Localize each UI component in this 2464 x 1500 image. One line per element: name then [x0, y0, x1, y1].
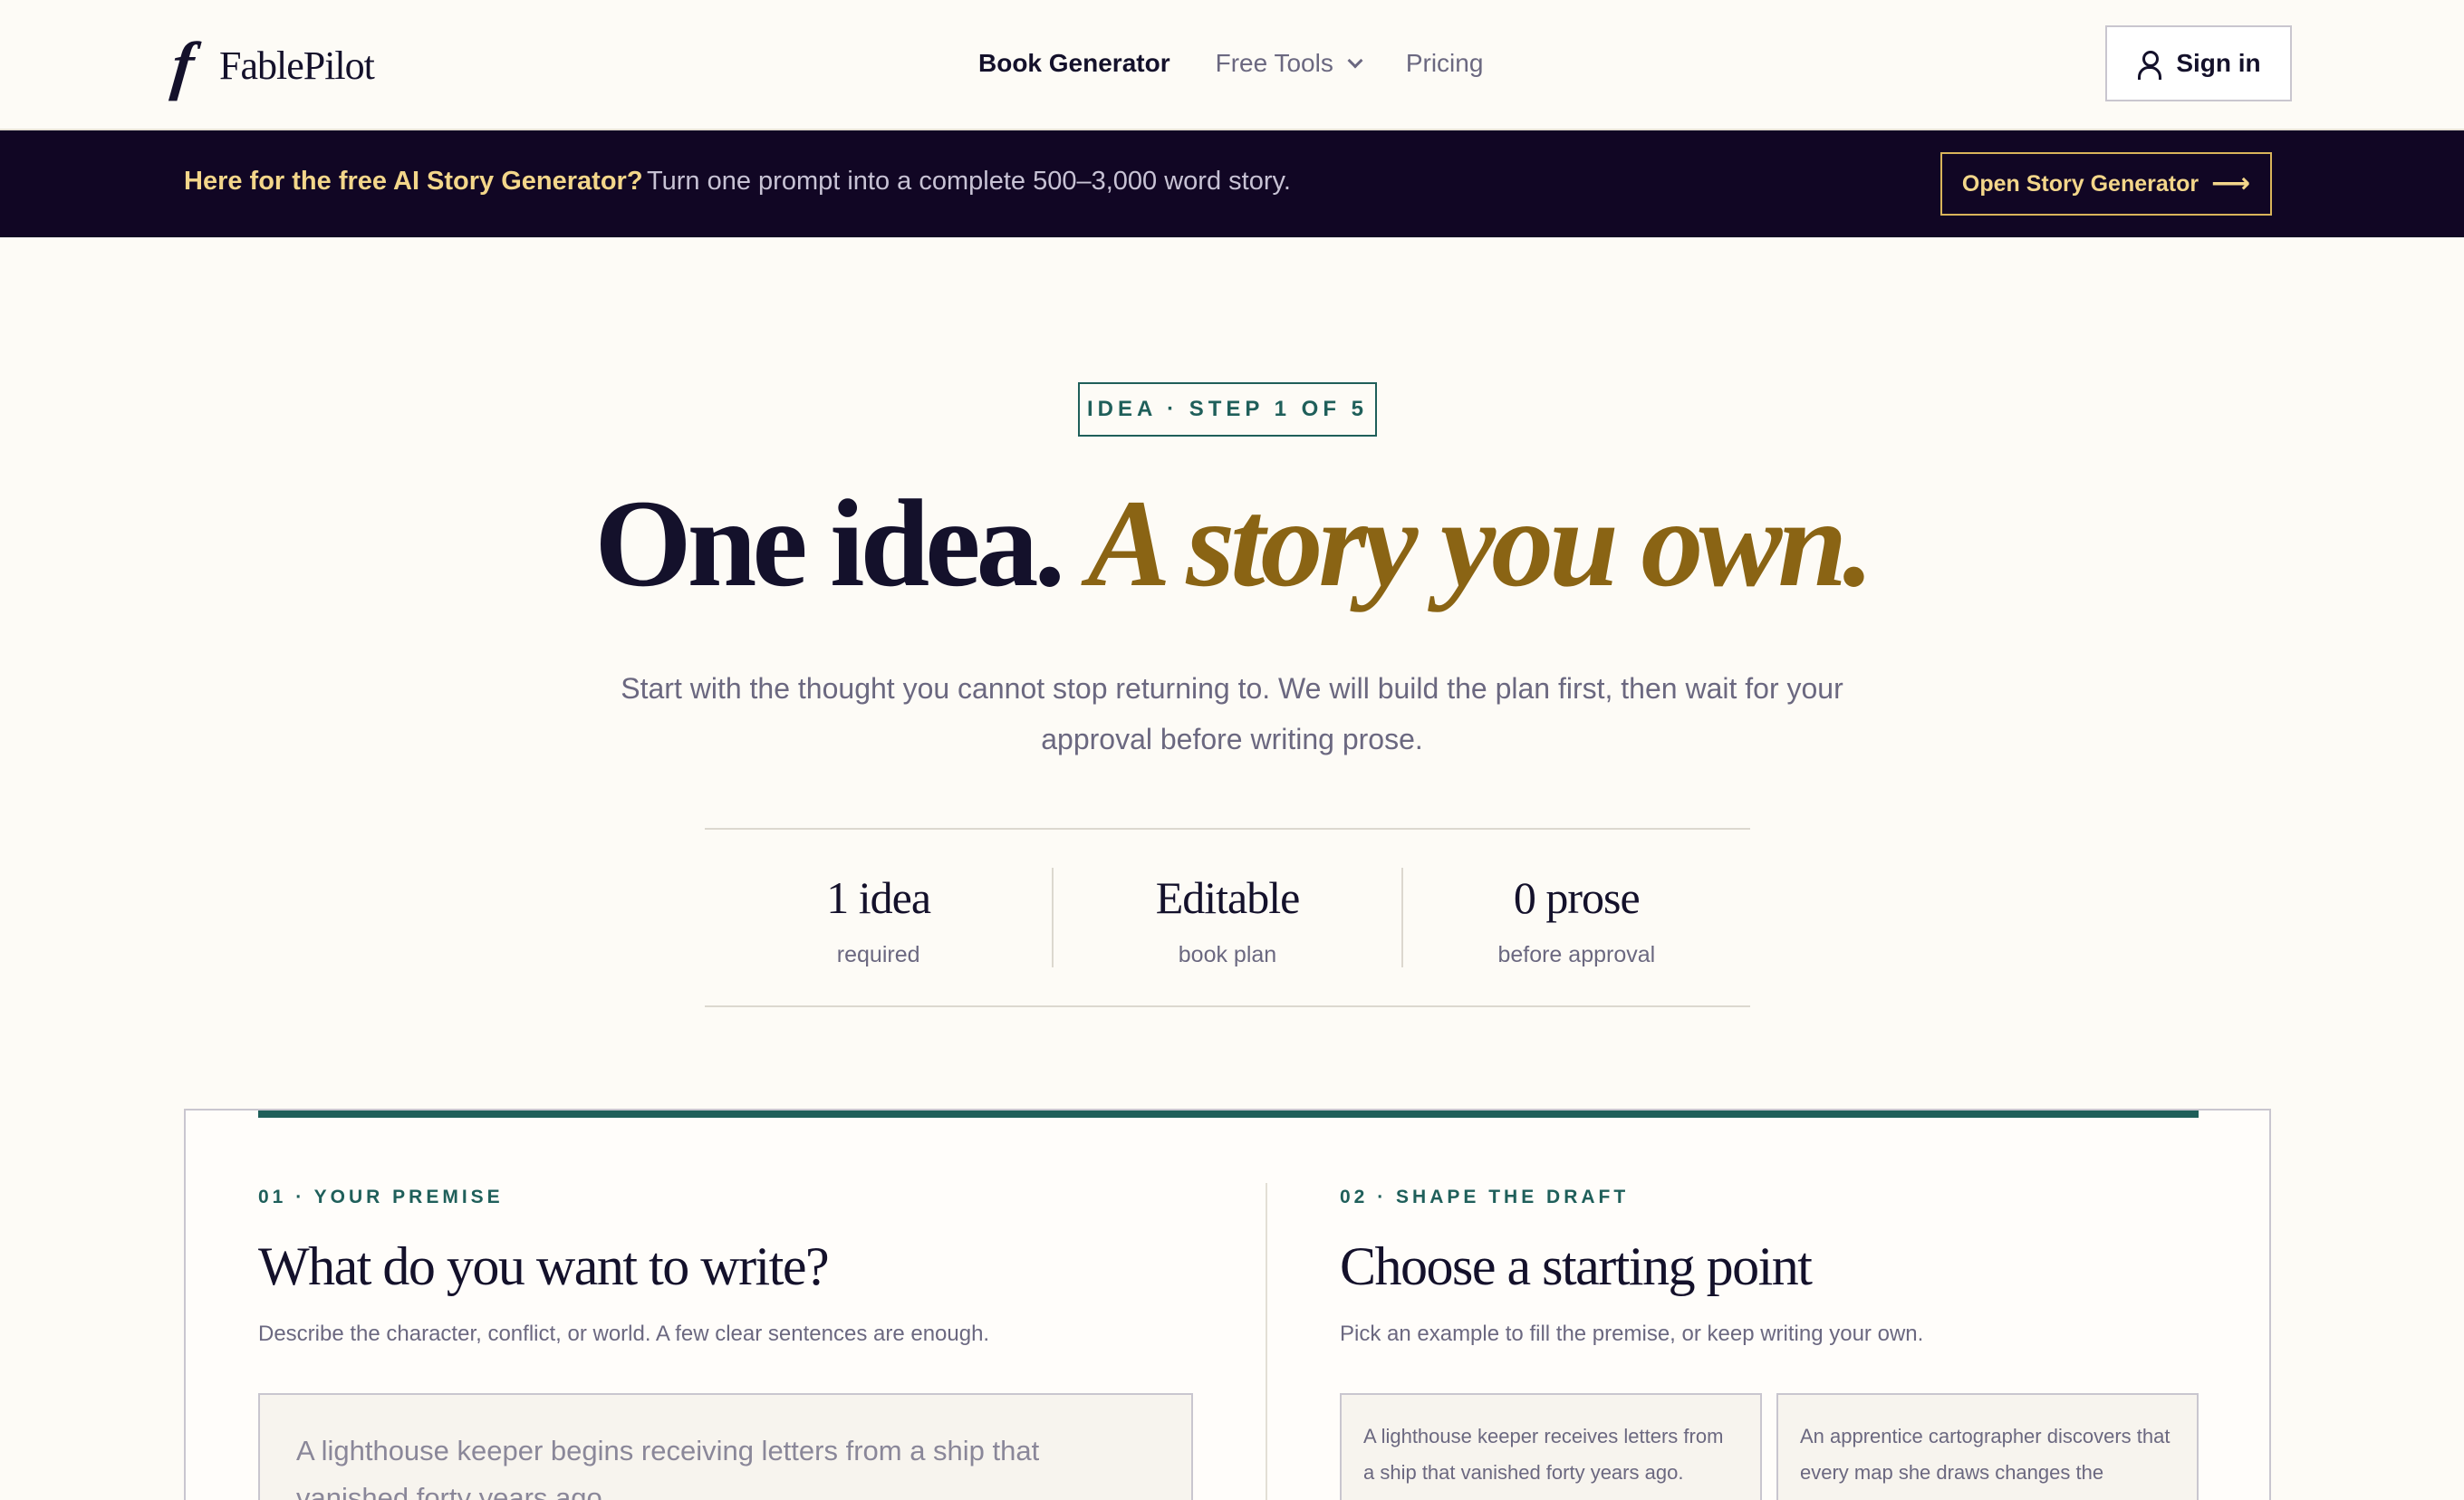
nav-book-generator[interactable]: Book Generator: [978, 49, 1170, 78]
hero-subtitle: Start with the thought you cannot stop r…: [621, 672, 1843, 755]
stat-value: Editable: [1155, 872, 1301, 923]
draft-section: 02 · SHAPE THE DRAFT Choose a starting p…: [1340, 1187, 2200, 1347]
premise-section: 01 · YOUR PREMISE What do you want to wr…: [258, 1187, 1193, 1347]
nav-free-tools-label: Free Tools: [1215, 49, 1333, 77]
stat-value: 1 idea: [826, 872, 931, 923]
site-header: f FablePilot Book Generator Free Tools P…: [0, 0, 2464, 130]
step-badge: IDEA · STEP 1 OF 5: [1078, 382, 1377, 437]
chevron-down-icon: [1347, 53, 1363, 69]
hero-title: One idea. A story you own.: [0, 471, 2464, 616]
column-divider: [1266, 1183, 1267, 1500]
nav-free-tools[interactable]: Free Tools: [1215, 49, 1363, 78]
arrow-right-icon: ⟶: [2211, 168, 2251, 198]
main-nav: Book Generator Free Tools Pricing: [978, 43, 1483, 83]
nav-pricing[interactable]: Pricing: [1406, 49, 1484, 78]
stats-row: 1 idea required Editable book plan 0 pro…: [705, 828, 1750, 1007]
example-card[interactable]: A lighthouse keeper receives letters fro…: [1340, 1393, 1762, 1500]
stat-prose: 0 prose before approval: [1400, 868, 1750, 967]
stat-label: before approval: [1497, 942, 1656, 967]
idea-panel: 01 · YOUR PREMISE What do you want to wr…: [184, 1109, 2271, 1500]
stat-value: 0 prose: [1513, 872, 1641, 923]
premise-description: Describe the character, conflict, or wor…: [258, 1322, 990, 1346]
sign-in-label: Sign in: [2176, 49, 2261, 77]
draft-eyebrow: 02 · SHAPE THE DRAFT: [1340, 1187, 1630, 1207]
stat-plan: Editable book plan: [1052, 868, 1400, 967]
example-card[interactable]: An apprentice cartographer discovers tha…: [1776, 1393, 2199, 1500]
premise-input[interactable]: A lighthouse keeper begins receiving let…: [258, 1393, 1193, 1500]
open-story-generator-label: Open Story Generator: [1961, 170, 2199, 197]
stat-ideas: 1 idea required: [705, 830, 1052, 1005]
premise-eyebrow: 01 · YOUR PREMISE: [258, 1187, 504, 1207]
promo-banner: Here for the free AI Story Generator? Tu…: [0, 130, 2464, 237]
hero-title-main: One idea.: [594, 474, 1065, 612]
banner-text: Turn one prompt into a complete 500–3,00…: [647, 167, 1291, 196]
hero-title-accent: A story you own.: [1087, 474, 1873, 612]
panel-accent-bar: [258, 1111, 2199, 1118]
logo[interactable]: f FablePilot: [168, 29, 375, 101]
premise-title: What do you want to write?: [258, 1236, 830, 1296]
logo-text: FablePilot: [218, 43, 375, 88]
stat-label: book plan: [1178, 942, 1277, 967]
stat-label: required: [836, 942, 920, 967]
draft-title: Choose a starting point: [1340, 1236, 1813, 1296]
sign-in-button[interactable]: Sign in: [2105, 25, 2292, 101]
draft-description: Pick an example to fill the premise, or …: [1340, 1322, 1924, 1346]
banner-lead: Here for the free AI Story Generator?: [184, 167, 643, 196]
user-icon: [2136, 50, 2162, 80]
logo-mark-icon: f: [168, 29, 198, 101]
open-story-generator-button[interactable]: Open Story Generator ⟶: [1940, 152, 2272, 216]
